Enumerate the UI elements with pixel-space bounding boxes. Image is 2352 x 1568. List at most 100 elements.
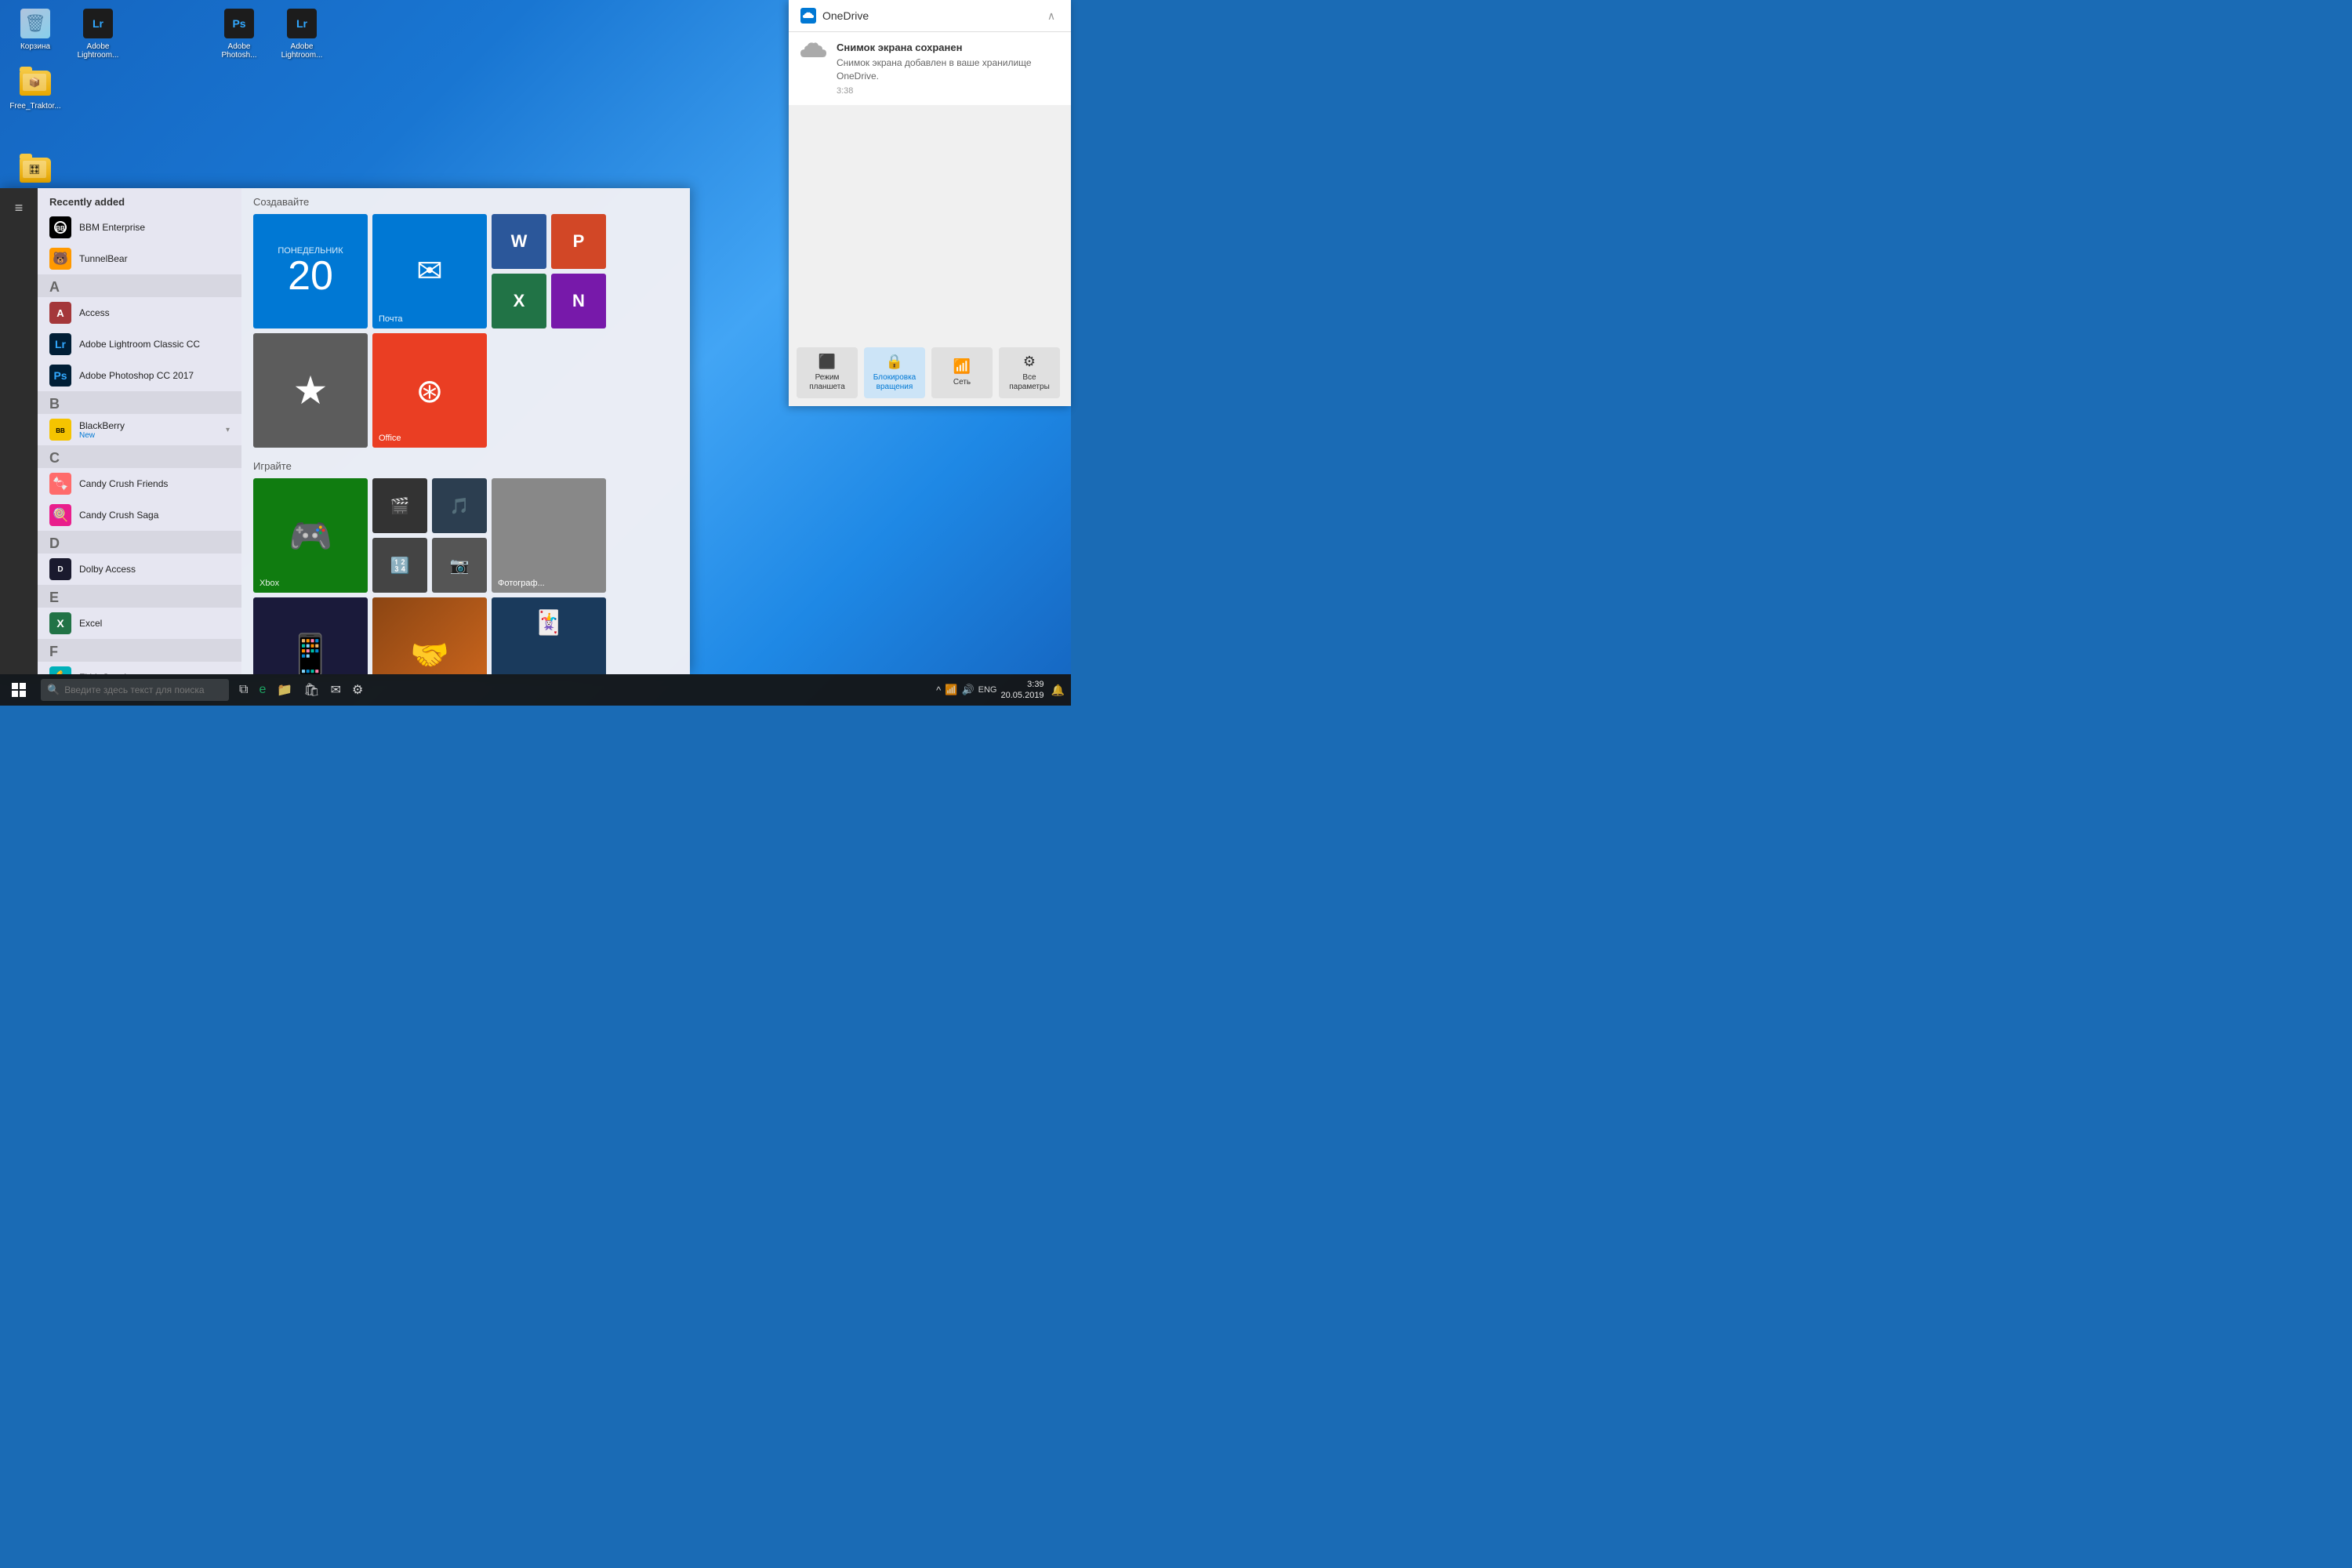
app-name-blackberry: BlackBerry New [79, 420, 125, 440]
app-icon-candy-saga: 🍭 [49, 504, 71, 526]
tile-film[interactable]: 🎬 [372, 478, 427, 533]
tile-calendar[interactable]: понедельник 20 [253, 214, 368, 328]
play-tiles-row2: 📱 🤝 Microsoft Solitaire Collection 🃏 [253, 597, 678, 674]
tile-photos[interactable]: Фотограф... [492, 478, 606, 593]
xbox-label: Xbox [260, 579, 279, 588]
tablet-mode-button[interactable]: ⬛ Режим планшета [797, 347, 858, 398]
app-item-tunnelbear[interactable]: 🐻 TunnelBear [38, 243, 241, 274]
ppt-icon: P [573, 231, 585, 252]
section-f: F [38, 639, 241, 662]
tablet-mode-icon: ⬛ [818, 354, 836, 370]
app-item-access[interactable]: A Access [38, 297, 241, 328]
store-taskbar-icon[interactable]: 🛍 [301, 680, 321, 700]
collapse-icon: ▾ [226, 426, 230, 434]
tile-onenote[interactable]: N [551, 274, 606, 328]
tile-excel[interactable]: X [492, 274, 546, 328]
app-name-photoshop: Adobe Photoshop CC 2017 [79, 370, 194, 381]
app-item-bbm[interactable]: BB BBM Enterprise [38, 212, 241, 243]
desktop-icon-recycle-bin[interactable]: 🗑 Корзина [8, 8, 63, 60]
calendar-date: 20 [288, 256, 333, 296]
desktop-icon-label: Adobe Photosh... [212, 42, 267, 60]
start-button[interactable] [0, 674, 38, 706]
network-tray-icon[interactable]: 📶 [945, 684, 957, 696]
app-name-dolby: Dolby Access [79, 564, 136, 575]
tile-xbox[interactable]: 🎮 Xbox [253, 478, 368, 593]
settings-taskbar-icon[interactable]: ⚙ [350, 680, 365, 700]
task-view-icon[interactable]: ⧉ [237, 681, 250, 699]
word-icon: W [511, 231, 528, 252]
system-clock[interactable]: 3:39 20.05.2019 [1001, 679, 1044, 702]
onenote-icon: N [572, 291, 585, 311]
play-tiles-row1: 🎮 Xbox 🎬 🎵 🔢 [253, 478, 678, 593]
notification-close-btn[interactable]: ∧ [1044, 8, 1059, 24]
candy-app-icon: 📱 [286, 632, 335, 675]
search-input[interactable] [64, 684, 223, 695]
desktop-icon-lightroom1[interactable]: Lr Adobe Lightroom... [71, 8, 125, 60]
app-icon-blackberry: BB [49, 419, 71, 441]
network-button[interactable]: 📶 Сеть [931, 347, 993, 398]
settings-button[interactable]: ⚙ Все параметры [999, 347, 1060, 398]
explorer-taskbar-icon[interactable]: 📁 [274, 680, 295, 700]
search-bar[interactable]: 🔍 [41, 679, 229, 701]
app-icon-photoshop: Ps [49, 365, 71, 387]
app-item-candy-friends[interactable]: 🍬 Candy Crush Friends [38, 468, 241, 499]
app-icon-dolby: D [49, 558, 71, 580]
tile-word[interactable]: W [492, 214, 546, 269]
app-item-lightroom[interactable]: Lr Adobe Lightroom Classic CC [38, 328, 241, 360]
tile-calc[interactable]: 🔢 [372, 538, 427, 593]
ccf-icon: 🤝 [410, 637, 449, 673]
volume-icon[interactable]: 🔊 [961, 684, 974, 696]
favorites-icon: ★ [293, 368, 328, 413]
desktop-icon-label: Корзина [20, 42, 50, 51]
play-section-label: Играйте [253, 460, 678, 472]
app-icon-lightroom: Lr [49, 333, 71, 355]
notification-empty-area [789, 105, 1071, 379]
tile-solitaire[interactable]: Microsoft Solitaire Collection 🃏 [492, 597, 606, 674]
chevron-up-icon[interactable]: ^ [936, 684, 941, 696]
app-item-blackberry[interactable]: BB BlackBerry New ▾ [38, 414, 241, 445]
language-indicator[interactable]: ENG [978, 685, 997, 695]
tile-favorites[interactable]: ★ [253, 333, 368, 448]
tile-app-candy[interactable]: 📱 [253, 597, 368, 674]
app-name-tunnelbear: TunnelBear [79, 253, 128, 264]
tile-candy-crush-friends[interactable]: 🤝 [372, 597, 487, 674]
app-item-fitbit[interactable]: 💪 Fitbit Coach [38, 662, 241, 674]
desktop-icon-label: Adobe Lightroom... [274, 42, 329, 60]
app-item-excel[interactable]: X Excel [38, 608, 241, 639]
app-item-dolby[interactable]: D Dolby Access [38, 554, 241, 585]
action-center-buttons: ⬛ Режим планшета 🔒 Блокировка вращения 📶… [789, 339, 1071, 406]
desktop-icons-row1: 🗑 Корзина Lr Adobe Lightroom... Ps Adobe… [8, 8, 329, 60]
notification-panel: OneDrive ∧ Снимок экрана сохранен Снимок… [789, 0, 1071, 406]
app-name-bbm: BBM Enterprise [79, 222, 145, 233]
mail-icon: ✉ [416, 253, 443, 289]
desktop-icon-photoshop[interactable]: Ps Adobe Photosh... [212, 8, 267, 60]
app-name-excel: Excel [79, 618, 102, 629]
desktop-icon-label: Adobe Lightroom... [71, 42, 125, 60]
webcam-icon: 📷 [450, 556, 470, 575]
photos-label: Фотограф... [498, 579, 545, 588]
taskbar-icons: ⧉ e 📁 🛍 ✉ ⚙ [237, 680, 365, 700]
tile-mail[interactable]: ✉ Почта [372, 214, 487, 328]
rotation-lock-button[interactable]: 🔒 Блокировка вращения [864, 347, 925, 398]
mail-label: Почта [379, 314, 403, 324]
system-tray: ^ 📶 🔊 ENG 3:39 20.05.2019 🔔 [936, 679, 1071, 702]
notification-bell-icon[interactable]: 🔔 [1051, 684, 1065, 697]
app-item-candy-saga[interactable]: 🍭 Candy Crush Saga [38, 499, 241, 531]
tile-powerpoint[interactable]: P [551, 214, 606, 269]
app-icon-bbm: BB [49, 216, 71, 238]
edge-taskbar-icon[interactable]: e [256, 681, 268, 699]
hamburger-icon[interactable]: ≡ [11, 196, 27, 220]
tile-office[interactable]: ⊛ Office [372, 333, 487, 448]
desktop-icon-lightroom2[interactable]: Lr Adobe Lightroom... [274, 8, 329, 60]
tiles-group-play: Играйте 🎮 Xbox 🎬 🎵 [253, 460, 678, 674]
search-icon: 🔍 [47, 684, 60, 696]
section-b: B [38, 391, 241, 414]
tile-webcam[interactable]: 📷 [432, 538, 487, 593]
solitaire-icon: 🃏 [534, 609, 563, 637]
app-item-photoshop[interactable]: Ps Adobe Photoshop CC 2017 [38, 360, 241, 391]
tablet-mode-label: Режим планшета [801, 373, 853, 392]
mail-taskbar-icon[interactable]: ✉ [328, 680, 343, 700]
desktop-icon-free-traktor[interactable]: 📦 Free_Traktor... [8, 71, 63, 111]
tile-camera[interactable]: 🎵 [432, 478, 487, 533]
calc-icon: 🔢 [390, 556, 410, 575]
